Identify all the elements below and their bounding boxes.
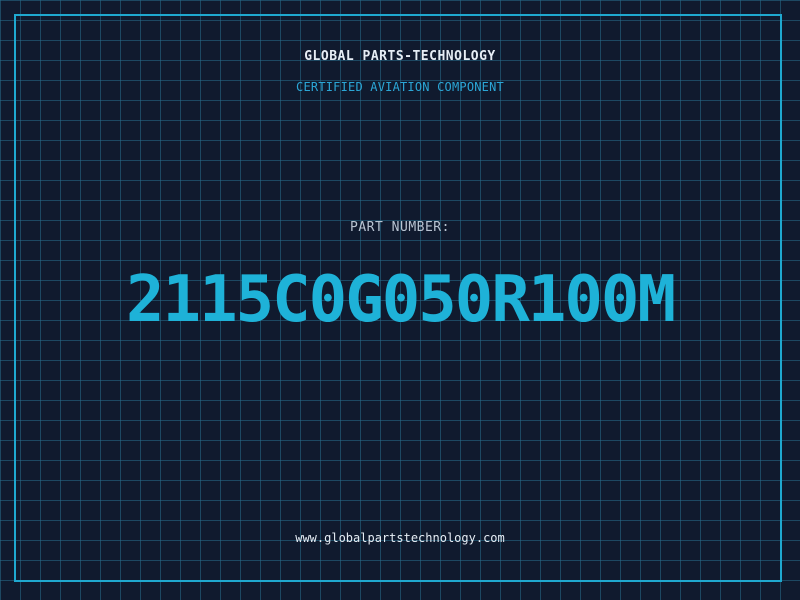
part-number-value: 2115C0G050R100M	[126, 263, 676, 337]
part-card: GLOBAL PARTS-TECHNOLOGY CERTIFIED AVIATI…	[0, 0, 800, 600]
website-link[interactable]: www.globalpartstechnology.com	[0, 531, 800, 545]
company-name: GLOBAL PARTS-TECHNOLOGY	[304, 49, 496, 64]
part-number-label: PART NUMBER:	[350, 220, 450, 235]
certification-tagline: CERTIFIED AVIATION COMPONENT	[296, 80, 504, 94]
